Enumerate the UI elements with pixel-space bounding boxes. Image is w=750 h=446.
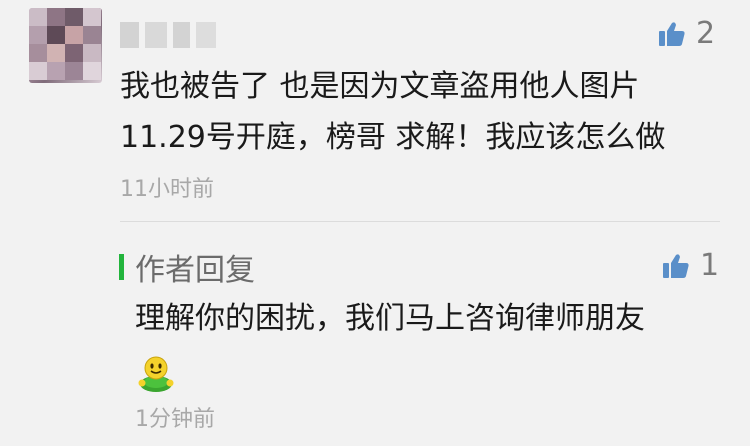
smiley-sticker-icon xyxy=(138,356,174,392)
username-blurred[interactable] xyxy=(120,20,216,50)
like-button[interactable]: 2 xyxy=(658,16,715,51)
divider xyxy=(120,221,720,222)
comment-card: 2 我也被告了 也是因为文章盗用他人图片 11.29号开庭，榜哥 求解！我应该怎… xyxy=(0,0,750,446)
reply-timestamp: 1分钟前 xyxy=(135,407,215,432)
reply-text-line: 理解你的困扰，我们马上咨询律师朋友 xyxy=(135,301,645,336)
comment-text-line: 11.29号开庭，榜哥 求解！我应该怎么做 xyxy=(120,120,666,155)
author-reply-label: 作者回复 xyxy=(135,253,255,288)
avatar[interactable] xyxy=(29,8,102,83)
reply-like-count: 1 xyxy=(700,248,720,283)
reply-accent-bar xyxy=(119,254,124,280)
comment-text-line: 我也被告了 也是因为文章盗用他人图片 xyxy=(120,69,640,104)
like-count: 2 xyxy=(696,16,716,51)
thumbs-up-icon xyxy=(659,21,685,46)
thumbs-up-icon xyxy=(663,253,689,278)
comment-timestamp: 11小时前 xyxy=(120,177,214,202)
reply-like-button[interactable]: 1 xyxy=(662,248,719,283)
